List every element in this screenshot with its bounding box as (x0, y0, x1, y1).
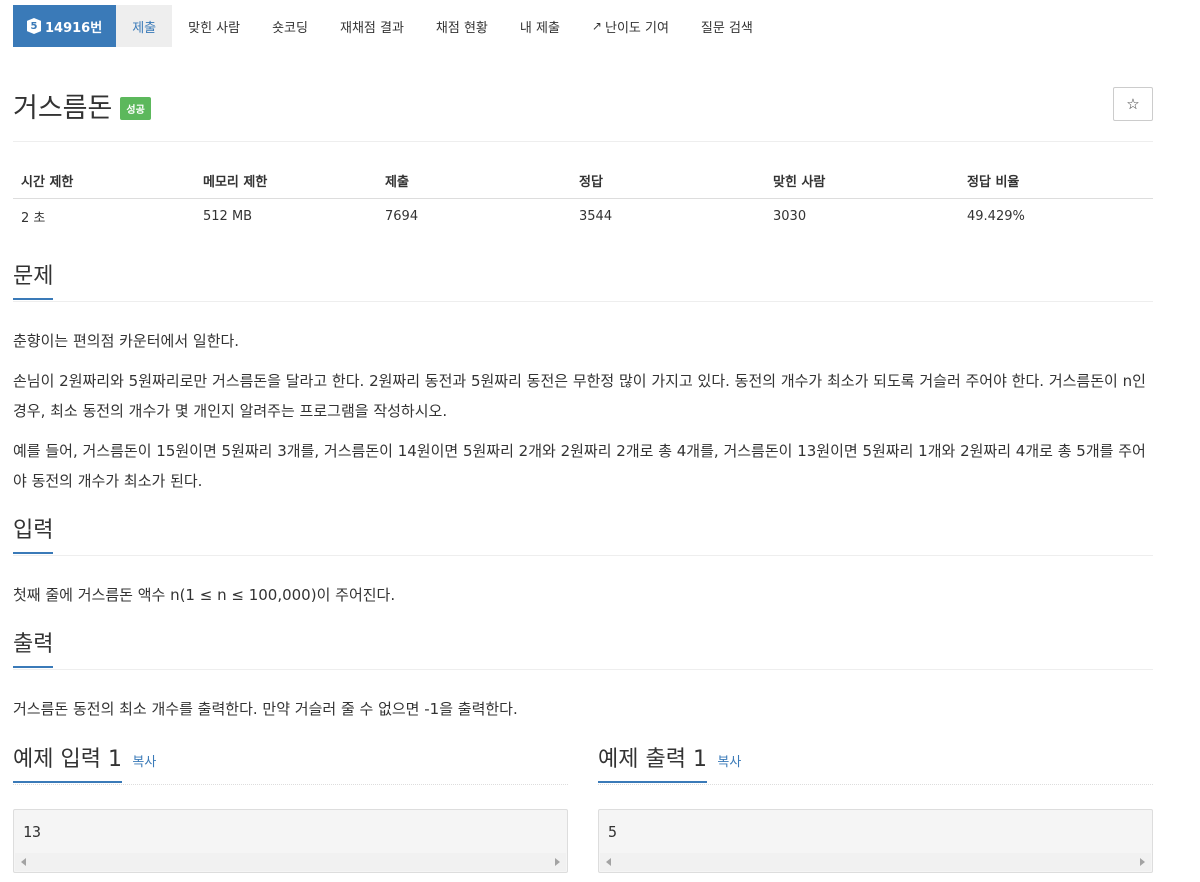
tab-status-ac[interactable]: 맞힌 사람 (172, 5, 256, 47)
sample-input-box[interactable]: 13 (13, 809, 568, 873)
sample-output-box[interactable]: 5 (598, 809, 1153, 873)
output-section-header: 출력 (13, 630, 1153, 670)
description-section-header: 문제 (13, 262, 1153, 302)
section-divider (13, 784, 568, 785)
info-header-memory-limit: 메모리 제한 (195, 164, 377, 199)
info-accepted: 3544 (579, 209, 613, 225)
sample-output-title: 예제 출력 1 (598, 747, 707, 772)
sample-output-heading: 예제 출력 1 (598, 745, 707, 783)
description-paragraph-2: 손님이 2원짜리와 5원짜리로만 거스름돈을 달라고 한다. 2원짜리 동전과 … (13, 372, 1146, 420)
info-header-submissions: 제출 (377, 164, 571, 199)
input-section-header: 입력 (13, 516, 1153, 556)
info-header-row: 시간 제한 메모리 제한 제출 정답 맞힌 사람 정답 비율 (13, 164, 1153, 199)
info-ratio: 49.429% (967, 209, 1025, 225)
info-time-limit: 2 초 (21, 211, 46, 227)
tab-my-submissions[interactable]: 내 제출 (504, 5, 576, 47)
tab-difficulty-contribution[interactable]: ↗ 난이도 기여 (576, 5, 685, 47)
info-header-time-limit: 시간 제한 (13, 164, 195, 199)
input-heading: 입력 (13, 516, 54, 554)
scroll-left-icon[interactable] (21, 858, 26, 866)
scroll-right-icon[interactable] (555, 858, 560, 866)
output-description: 거스름돈 동전의 최소 개수를 출력한다. 만약 거슬러 줄 수 없으면 -1을… (13, 700, 518, 718)
title-divider (13, 141, 1153, 142)
description-paragraph-1: 춘향이는 편의점 카운터에서 일한다. (13, 332, 240, 350)
problem-title: 거스름돈 (13, 93, 113, 124)
section-divider (13, 669, 1153, 670)
sample-input-title: 예제 입력 1 (13, 747, 122, 772)
info-header-accepted: 정답 (571, 164, 765, 199)
description-heading: 문제 (13, 262, 54, 300)
tab-problem[interactable]: 5 14916번 (13, 5, 117, 47)
sample-output-value: 5 (608, 823, 618, 841)
copy-input-button[interactable]: 복사 (132, 755, 156, 770)
info-solved-users: 3030 (773, 209, 807, 225)
tab-rejudge-results[interactable]: 재채점 결과 (324, 5, 420, 47)
tab-difficulty-label: 난이도 기여 (604, 20, 669, 36)
tab-question-search[interactable]: 질문 검색 (685, 5, 769, 47)
horizontal-scrollbar[interactable] (600, 853, 1151, 871)
sample-input-header: 예제 입력 1 복사 (13, 745, 568, 785)
tab-submit[interactable]: 제출 (116, 5, 173, 47)
favorite-star-button[interactable]: ☆ (1113, 87, 1153, 121)
tab-judge-status[interactable]: 채점 현황 (420, 5, 504, 47)
info-value-row: 2 초 512 MB 7694 3544 3030 49.429% (13, 199, 1153, 235)
external-link-icon: ↗ (591, 19, 602, 33)
scroll-right-icon[interactable] (1140, 858, 1145, 866)
description-paragraph-3: 예를 들어, 거스름돈이 15원이면 5원짜리 3개를, 거스름돈이 14원이면… (13, 442, 1146, 490)
section-divider (598, 784, 1153, 785)
horizontal-scrollbar[interactable] (15, 853, 566, 871)
info-header-solved-users: 맞힌 사람 (765, 164, 959, 199)
tab-short-coding[interactable]: 숏코딩 (256, 5, 324, 47)
sample-output-header: 예제 출력 1 복사 (598, 745, 1153, 785)
section-divider (13, 301, 1153, 302)
scroll-left-icon[interactable] (606, 858, 611, 866)
input-description: 첫째 줄에 거스름돈 액수 n(1 ≤ n ≤ 100,000)이 주어진다. (13, 586, 396, 604)
status-badge: 성공 (120, 97, 151, 120)
copy-output-button[interactable]: 복사 (717, 755, 741, 770)
section-divider (13, 555, 1153, 556)
info-header-ratio: 정답 비율 (959, 164, 1153, 199)
tier-icon: 5 (27, 18, 41, 34)
info-memory-limit: 512 MB (203, 209, 253, 225)
problem-page: 5 14916번 제출 맞힌 사람 숏코딩 재채점 결과 채점 현황 내 제출 … (0, 0, 1200, 882)
sample-input-heading: 예제 입력 1 (13, 745, 122, 783)
title-row: 거스름돈 성공 (13, 86, 151, 125)
star-icon: ☆ (1126, 95, 1140, 113)
info-submissions: 7694 (385, 209, 419, 225)
sample-input-value: 13 (23, 823, 42, 841)
problem-menu-tabs: 5 14916번 제출 맞힌 사람 숏코딩 재채점 결과 채점 현황 내 제출 … (13, 5, 769, 47)
problem-info-table: 시간 제한 메모리 제한 제출 정답 맞힌 사람 정답 비율 2 초 512 M… (13, 164, 1153, 235)
tab-problem-label: 14916번 (45, 20, 103, 36)
output-heading: 출력 (13, 630, 54, 668)
